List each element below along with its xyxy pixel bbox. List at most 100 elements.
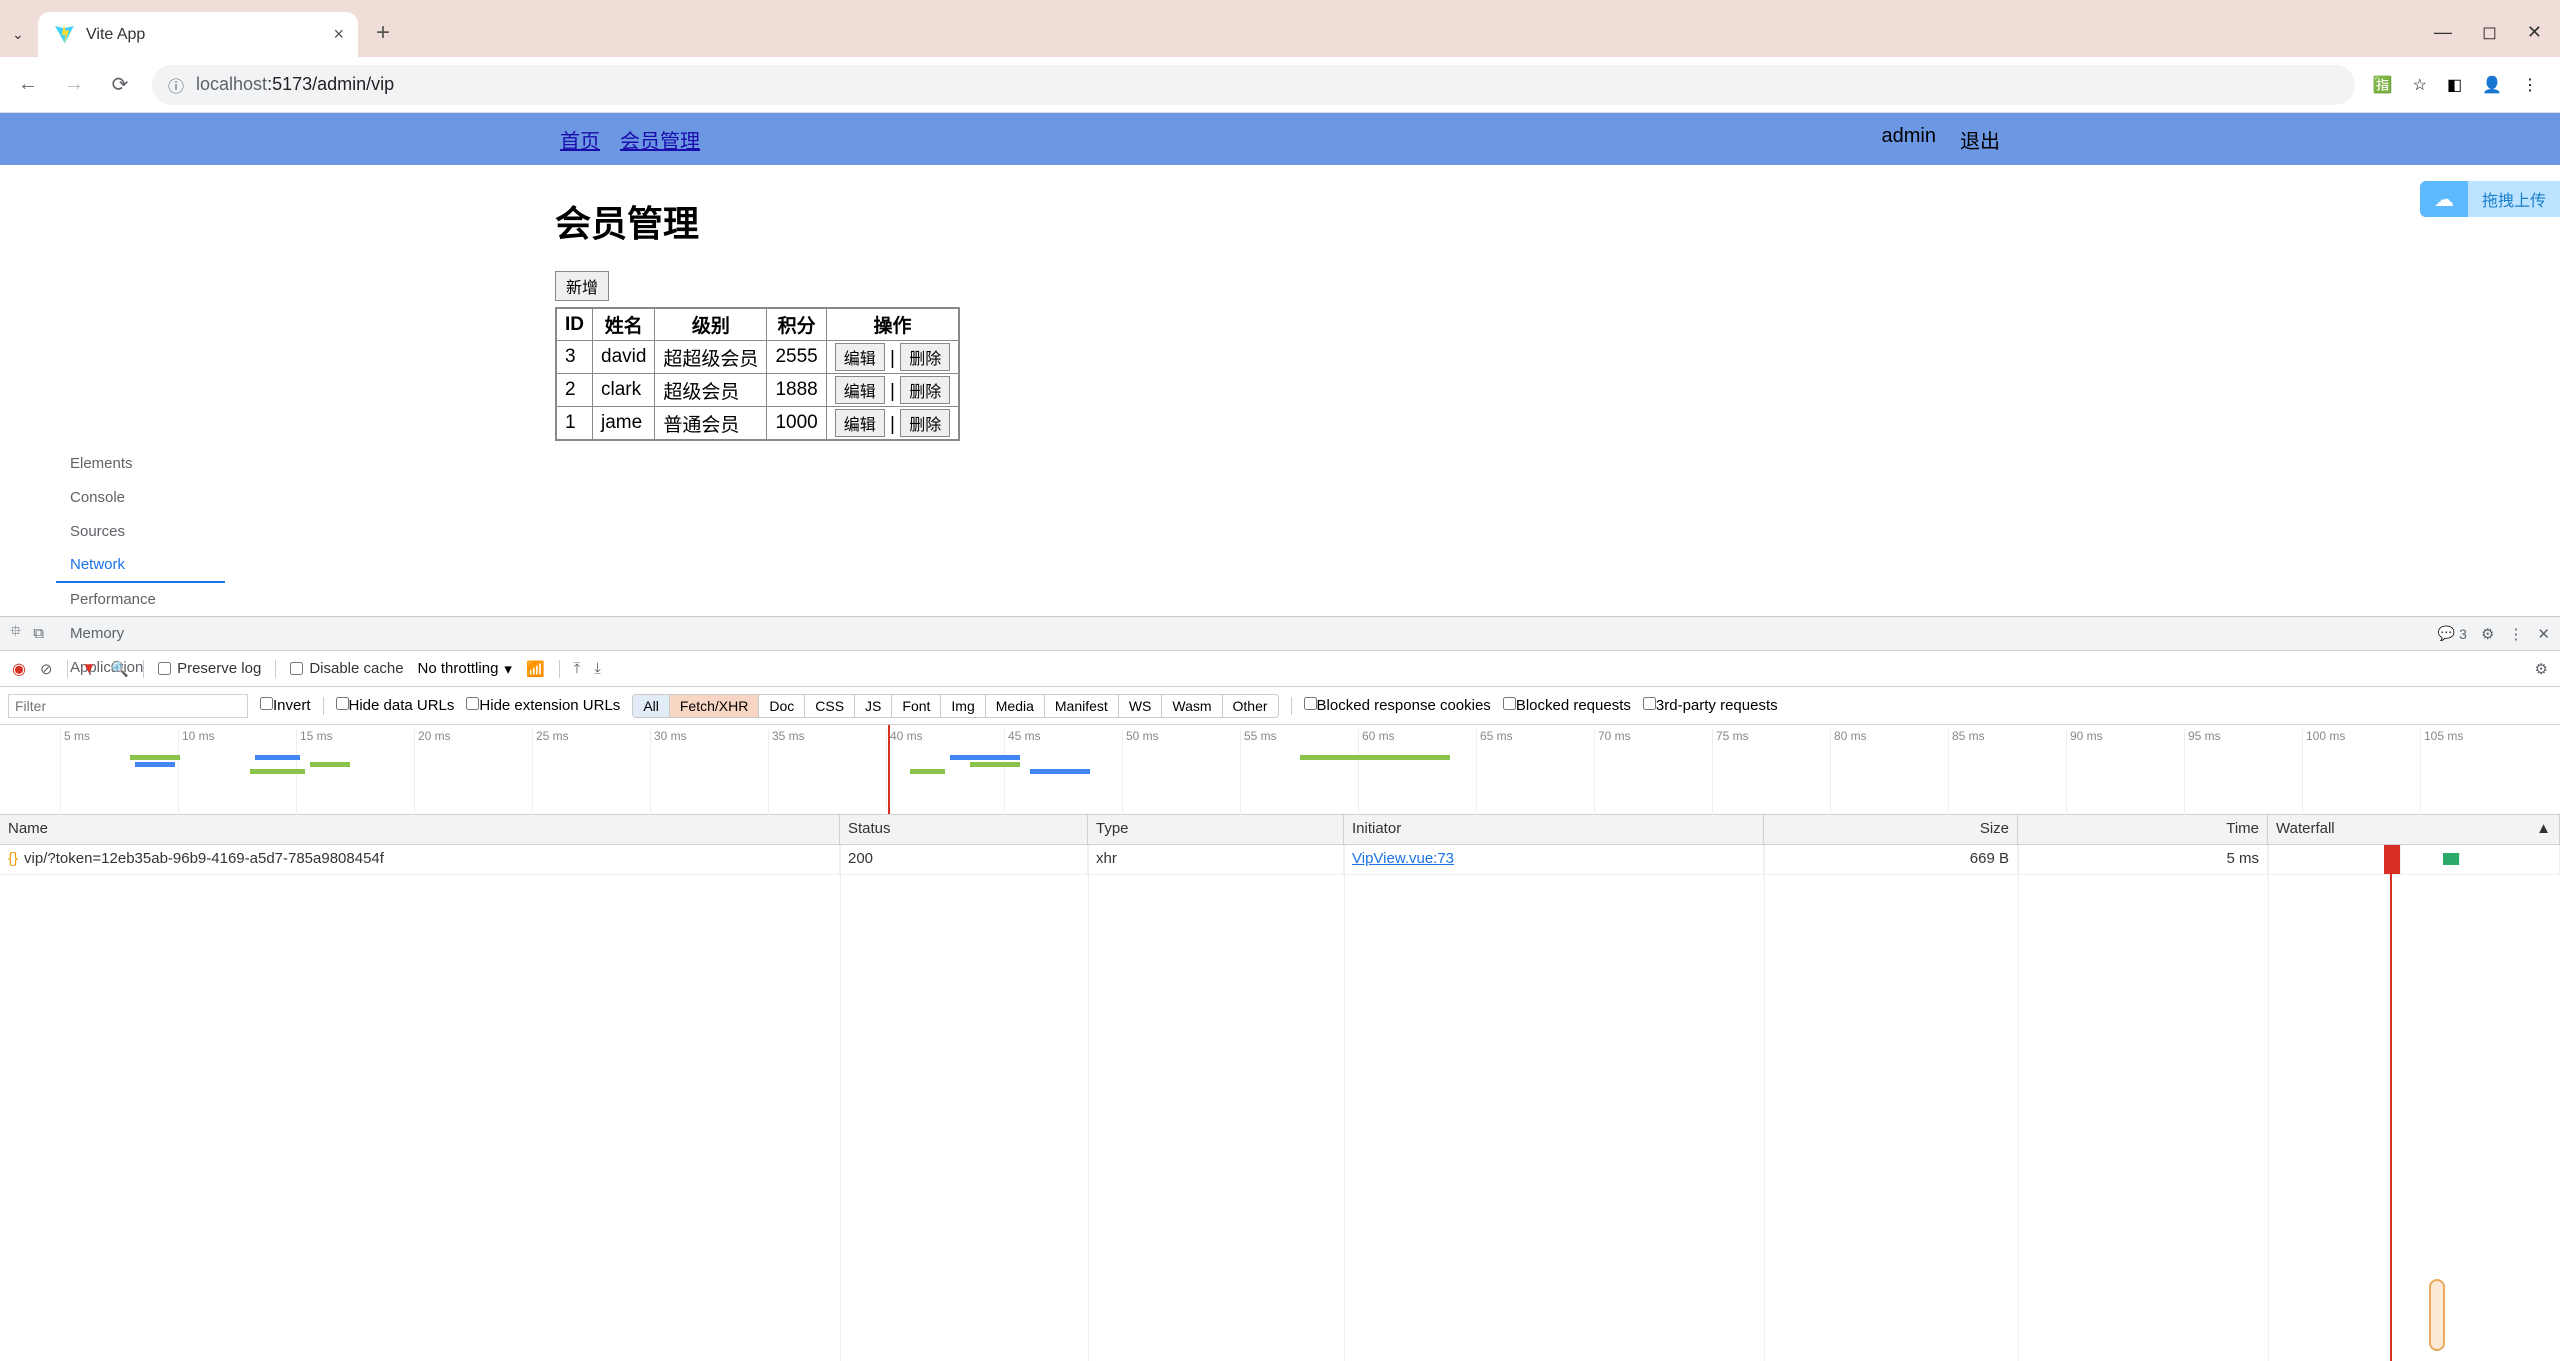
devtools-close-icon[interactable]: ✕ (2537, 625, 2550, 643)
preserve-log-checkbox[interactable]: Preserve log (158, 660, 261, 677)
reload-icon[interactable]: ⟳ (106, 72, 134, 97)
maximize-icon[interactable]: ◻ (2482, 22, 2497, 43)
edit-button[interactable]: 编辑 (835, 376, 885, 404)
filter-chip-manifest[interactable]: Manifest (1045, 695, 1119, 717)
inspect-icon[interactable]: ⯐ (10, 621, 21, 646)
profile-icon[interactable]: 👤 (2482, 75, 2502, 95)
zoom-indicator (2429, 1279, 2445, 1351)
filter-chip-all[interactable]: All (633, 695, 670, 717)
edit-button[interactable]: 编辑 (835, 409, 885, 437)
filter-toggle-icon[interactable]: ▼ (82, 660, 97, 677)
record-icon[interactable]: ◉ (12, 659, 26, 679)
add-button[interactable]: 新增 (555, 271, 609, 301)
drag-upload-label: 拖拽上传 (2468, 181, 2560, 217)
devtools-tab-memory[interactable]: Memory (56, 617, 225, 651)
window-controls: — ◻ ✕ (2434, 22, 2552, 43)
filter-chip-font[interactable]: Font (892, 695, 941, 717)
initiator-link[interactable]: VipView.vue:73 (1352, 850, 1454, 867)
invert-checkbox[interactable]: Invert (260, 697, 311, 714)
drag-upload-pill[interactable]: ☁ 拖拽上传 (2420, 181, 2560, 217)
issues-badge[interactable]: 💬3 (2438, 625, 2467, 642)
timeline-tick: 15 ms (296, 729, 333, 819)
devtools-tab-sources[interactable]: Sources (56, 515, 225, 549)
hide-data-urls-checkbox[interactable]: Hide data URLs (336, 697, 455, 714)
xhr-icon: {} (8, 850, 18, 867)
network-timeline[interactable]: 5 ms10 ms15 ms20 ms25 ms30 ms35 ms40 ms4… (0, 725, 2560, 815)
tab-dropdown-icon[interactable]: ⌄ (12, 26, 24, 43)
tab-close-icon[interactable]: × (333, 24, 344, 45)
request-status: 200 (840, 845, 1088, 874)
timeline-tick: 50 ms (1122, 729, 1159, 819)
devtools-settings-icon[interactable]: ⚙ (2481, 625, 2494, 643)
cell-ops: 编辑 | 删除 (826, 374, 959, 407)
app-navbar: 首页 会员管理 admin 退出 (0, 113, 2560, 165)
network-request-row[interactable]: {} vip/?token=12eb35ab-96b9-4169-a5d7-785… (0, 845, 2560, 875)
bookmark-icon[interactable]: ☆ (2413, 75, 2427, 95)
close-window-icon[interactable]: ✕ (2527, 22, 2542, 43)
blocked-cookies-checkbox[interactable]: Blocked response cookies (1304, 697, 1491, 714)
cell-id: 1 (556, 407, 593, 441)
network-conditions-icon[interactable]: 📶 (526, 660, 545, 678)
header-time[interactable]: Time (2018, 815, 2268, 844)
clear-icon[interactable]: ⊘ (40, 660, 53, 678)
devtools-tab-elements[interactable]: Elements (56, 447, 225, 481)
filter-chip-ws[interactable]: WS (1119, 695, 1163, 717)
col-ops: 操作 (826, 308, 959, 341)
filter-chip-wasm[interactable]: Wasm (1162, 695, 1222, 717)
header-type[interactable]: Type (1088, 815, 1344, 844)
search-icon[interactable]: 🔍 (110, 660, 129, 678)
delete-button[interactable]: 删除 (900, 409, 950, 437)
network-settings-icon[interactable]: ⚙ (2535, 660, 2548, 678)
col-name: 姓名 (593, 308, 655, 341)
sidepanel-icon[interactable]: ◧ (2447, 75, 2462, 95)
delete-button[interactable]: 删除 (900, 343, 950, 371)
forward-icon[interactable]: → (60, 73, 88, 96)
network-table-header: Name Status Type Initiator Size Time Wat… (0, 815, 2560, 845)
header-status[interactable]: Status (840, 815, 1088, 844)
devtools-tab-console[interactable]: Console (56, 481, 225, 515)
request-type: xhr (1088, 845, 1344, 874)
devtools-tab-network[interactable]: Network (56, 549, 225, 583)
filter-chip-fetch-xhr[interactable]: Fetch/XHR (670, 695, 759, 717)
nav-logout[interactable]: 退出 (1960, 125, 2000, 154)
back-icon[interactable]: ← (14, 73, 42, 96)
url-field[interactable]: ⓘ localhost:5173/admin/vip (152, 65, 2355, 105)
timeline-tick: 60 ms (1358, 729, 1395, 819)
devtools-menu-icon[interactable]: ⋮ (2508, 625, 2523, 643)
browser-tab[interactable]: ⌄ Vite App × (38, 12, 358, 57)
timeline-tick: 95 ms (2184, 729, 2221, 819)
header-name[interactable]: Name (0, 815, 840, 844)
site-info-icon[interactable]: ⓘ (168, 73, 184, 97)
request-name: vip/?token=12eb35ab-96b9-4169-a5d7-785a9… (24, 850, 384, 867)
header-waterfall[interactable]: Waterfall▲ (2268, 815, 2560, 844)
disable-cache-checkbox[interactable]: Disable cache (290, 660, 403, 677)
export-har-icon[interactable]: ⤓ (594, 660, 601, 677)
hide-extension-urls-checkbox[interactable]: Hide extension URLs (466, 697, 620, 714)
chrome-menu-icon[interactable]: ⋮ (2522, 75, 2538, 95)
filter-chip-other[interactable]: Other (1223, 695, 1278, 717)
filter-chip-css[interactable]: CSS (805, 695, 855, 717)
header-size[interactable]: Size (1764, 815, 2018, 844)
table-row: 3david超超级会员2555编辑 | 删除 (556, 341, 959, 374)
vip-table: ID 姓名 级别 积分 操作 3david超超级会员2555编辑 | 删除2cl… (555, 307, 960, 441)
import-har-icon[interactable]: ⤒ (574, 660, 581, 677)
nav-home-link[interactable]: 首页 (560, 125, 600, 154)
nav-vip-link[interactable]: 会员管理 (620, 125, 700, 154)
blocked-requests-checkbox[interactable]: Blocked requests (1503, 697, 1631, 714)
translate-icon[interactable]: 🈯 (2373, 75, 2393, 95)
filter-chip-media[interactable]: Media (986, 695, 1045, 717)
filter-input[interactable] (8, 694, 248, 718)
device-toggle-icon[interactable]: ⧉ (33, 625, 44, 642)
edit-button[interactable]: 编辑 (835, 343, 885, 371)
filter-chip-doc[interactable]: Doc (759, 695, 805, 717)
delete-button[interactable]: 删除 (900, 376, 950, 404)
filter-chip-js[interactable]: JS (855, 695, 892, 717)
devtools-tab-performance[interactable]: Performance (56, 583, 225, 617)
table-row: 1jame普通会员1000编辑 | 删除 (556, 407, 959, 441)
third-party-checkbox[interactable]: 3rd-party requests (1643, 697, 1778, 714)
throttling-select[interactable]: No throttling ▾ (418, 660, 512, 678)
header-initiator[interactable]: Initiator (1344, 815, 1764, 844)
filter-chip-img[interactable]: Img (941, 695, 985, 717)
new-tab-button[interactable]: + (376, 19, 390, 47)
minimize-icon[interactable]: — (2434, 22, 2452, 43)
